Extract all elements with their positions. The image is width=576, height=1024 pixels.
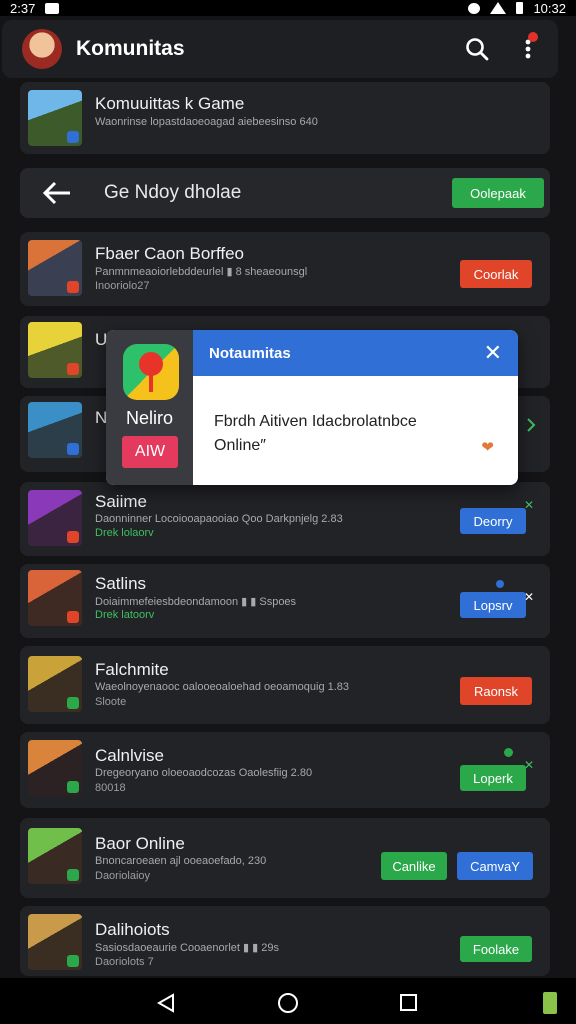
popup-message-line: Online″	[214, 437, 266, 454]
game-card[interactable]: Fbaer Caon Borffeo Panmnmeaoiorlebddeurl…	[20, 232, 550, 306]
dismiss-x-icon[interactable]: ✕	[524, 498, 534, 512]
game-sub: Drek lolaorv	[95, 527, 154, 539]
game-desc: Doiaimmefeiesbdeondamoon ▮ ▮ Sspoes	[95, 596, 297, 608]
game-action-button[interactable]: CamvaY	[457, 852, 533, 880]
game-thumbnail	[28, 322, 82, 378]
game-action-button[interactable]: Coorlak	[460, 260, 532, 288]
avatar[interactable]	[22, 29, 62, 69]
popup-title: Notaumitas	[209, 344, 291, 362]
game-card[interactable]: Baor Online Bnoncaroeaen ajl ooeaoefado,…	[20, 818, 550, 898]
game-action-button[interactable]: Deorry	[460, 508, 526, 534]
group-action-button[interactable]: Oolepaak	[452, 178, 544, 208]
platform-badge-icon	[67, 281, 79, 293]
game-thumbnail	[28, 740, 82, 796]
notification-popup[interactable]: Neliro AIW Notaumitas ✕ Fbrdh Aitiven Id…	[106, 330, 518, 485]
game-desc: Dregeoryano oloeoaodcozas Oaolesfiig 2.8…	[95, 767, 313, 779]
game-desc: Panmnmeaoiorlebddeurlel ▮ 8 sheaeounsgl	[95, 266, 308, 278]
status-time-right: 10:32	[533, 0, 566, 16]
featured-title: Komuuittas k Game	[95, 94, 245, 113]
game-sub: Daoriolaioy	[95, 870, 151, 882]
game-action-button[interactable]: Loperk	[460, 765, 526, 791]
game-title: Saiime	[95, 492, 147, 511]
game-thumbnail	[28, 90, 82, 146]
game-thumbnail	[28, 240, 82, 296]
battery-icon	[516, 2, 524, 14]
popup-message: Fbrdh Aitiven Idacbrolatnbce Online″	[214, 410, 478, 458]
game-title: Baor Online	[95, 834, 185, 853]
popup-app-badge[interactable]: AIW	[122, 436, 178, 468]
game-title: Dalihoiots	[95, 920, 170, 939]
game-action-button[interactable]: Lopsrv	[460, 592, 526, 618]
game-thumbnail	[28, 828, 82, 884]
platform-badge-icon	[67, 363, 79, 375]
featured-card[interactable]: Komuuittas k Game Waonrinse lopastdaoeoa…	[20, 82, 550, 154]
featured-desc: Waonrinse lopastdaoeoagad aiebeesinso 64…	[95, 116, 318, 128]
game-sub: Drek latoorv	[95, 609, 155, 621]
system-nav-bar	[0, 978, 576, 1024]
game-sub: Daoriolots 7	[95, 956, 154, 968]
signal-icon	[490, 2, 507, 14]
page-title: Komunitas	[76, 37, 185, 60]
more-vert-icon[interactable]	[518, 32, 538, 64]
game-thumbnail	[28, 914, 82, 970]
nav-home-icon[interactable]	[278, 993, 298, 1013]
game-sub: 80018	[95, 782, 126, 794]
nav-recent-icon[interactable]	[400, 994, 417, 1011]
game-card[interactable]: Falchmite Waeolnoyenaooc oalooeoaloehad …	[20, 646, 550, 724]
game-title: Fbaer Caon Borffeo	[95, 244, 244, 263]
popup-header: Notaumitas ✕	[193, 330, 518, 376]
game-desc: Bnoncaroeaen ajl ooeaoefado, 230	[95, 855, 267, 867]
group-title: Ge Ndoy dholae	[104, 182, 242, 203]
close-icon[interactable]: ✕	[484, 342, 502, 364]
game-desc: Waeolnoyenaooc oalooeoaloehad oeoamoquig…	[95, 681, 350, 693]
notification-dot	[528, 32, 538, 42]
game-action-button[interactable]: Raonsk	[460, 677, 532, 705]
platform-badge-icon	[67, 781, 79, 793]
back-arrow-icon[interactable]	[42, 181, 72, 205]
game-sub: Inooriolo27	[95, 280, 150, 292]
platform-badge-icon	[67, 443, 79, 455]
popup-app-name: Neliro	[125, 408, 173, 428]
dismiss-x-icon[interactable]: ✕	[524, 758, 534, 772]
game-secondary-button[interactable]: Canlike	[381, 852, 447, 880]
game-card[interactable]: Satlins Doiaimmefeiesbdeondamoon ▮ ▮ Ssp…	[20, 564, 550, 638]
status-bar: 2:37 10:32	[0, 0, 576, 16]
search-icon[interactable]	[464, 36, 490, 62]
battery-icon	[543, 992, 557, 1014]
nav-back-icon[interactable]	[156, 993, 176, 1013]
game-thumbnail	[28, 490, 82, 546]
game-desc: Daonninner Locoiooapaooiao Qoo Darkpnjel…	[95, 513, 343, 525]
game-action-button[interactable]: Foolake	[460, 936, 532, 962]
game-card[interactable]: Saiime Daonninner Locoiooapaooiao Qoo Da…	[20, 482, 550, 556]
status-time-left: 2:37	[10, 0, 36, 16]
platform-badge-icon	[67, 697, 79, 709]
game-thumbnail	[28, 656, 82, 712]
platform-badge-icon	[67, 869, 79, 881]
game-desc: Sasiosdaoeaurie Cooaenorlet ▮ ▮ 29s	[95, 942, 279, 954]
image-notification-icon	[45, 2, 60, 14]
app-bar: Komunitas	[2, 20, 558, 78]
game-title: Falchmite	[95, 660, 169, 679]
popup-message-line: Fbrdh Aitiven Idacbrolatnbce	[214, 413, 417, 430]
alarm-icon	[468, 2, 481, 14]
game-card[interactable]: Dalihoiots Sasiosdaoeaurie Cooaenorlet ▮…	[20, 906, 550, 976]
game-thumbnail	[28, 570, 82, 626]
platform-badge-icon	[67, 531, 79, 543]
platform-badge-icon	[67, 955, 79, 967]
game-card[interactable]: Calnlvise Dregeoryano oloeoaodcozas Oaol…	[20, 732, 550, 808]
popup-app-panel: Neliro AIW	[106, 330, 193, 485]
platform-badge-icon	[67, 611, 79, 623]
chevron-right-icon[interactable]	[526, 418, 536, 432]
dismiss-x-icon[interactable]: ✕	[524, 590, 534, 604]
group-header: Ge Ndoy dholae Oolepaak	[20, 168, 550, 218]
status-dot-icon	[496, 580, 504, 588]
status-dot-icon	[504, 748, 513, 757]
game-title: Calnlvise	[95, 746, 164, 765]
platform-badge-icon	[67, 131, 79, 143]
game-title: Satlins	[95, 574, 147, 593]
heart-icon[interactable]: ❤	[481, 438, 494, 456]
game-thumbnail	[28, 402, 82, 458]
game-sub: Sloote	[95, 696, 127, 708]
app-logo-icon	[123, 344, 179, 400]
